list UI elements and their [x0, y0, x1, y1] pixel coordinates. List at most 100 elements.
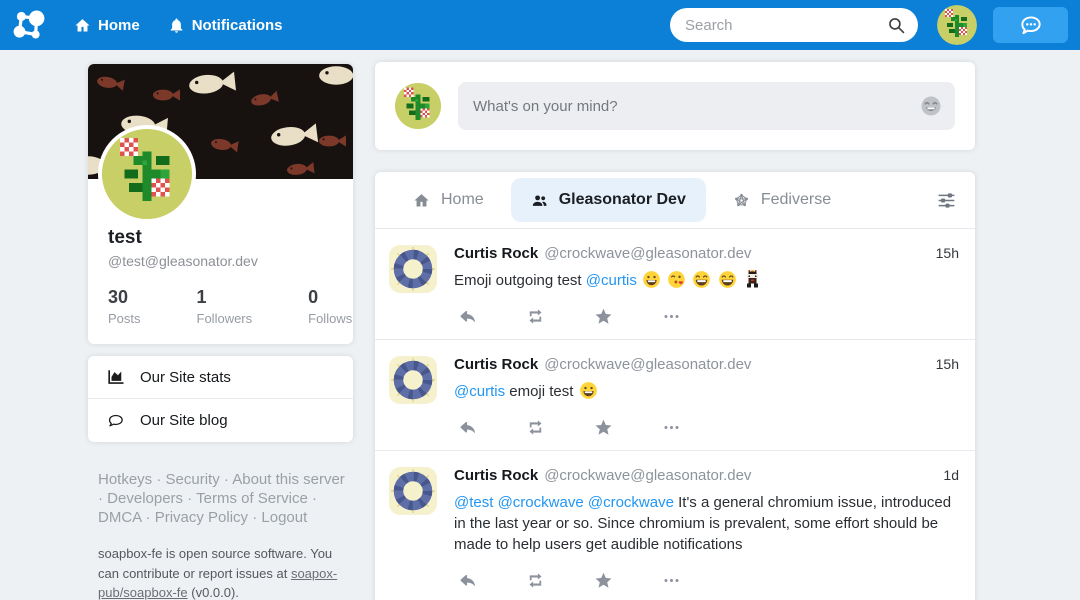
footer-link-terms[interactable]: Terms of Service — [196, 490, 317, 507]
page-body: test @test@gleasonator.dev 30 Posts 1 Fo… — [0, 50, 1080, 600]
footer-link-dmca[interactable]: DMCA — [98, 509, 155, 526]
emoji-picker-button[interactable] — [920, 95, 942, 117]
favourite-button[interactable] — [594, 307, 613, 326]
stat-follows[interactable]: 0 Follows — [308, 287, 352, 326]
stat-followers[interactable]: 1 Followers — [197, 287, 253, 326]
tab-home[interactable]: Home — [393, 178, 504, 222]
reply-button[interactable] — [458, 307, 477, 326]
repost-icon — [526, 307, 545, 326]
tab-gleasonator-dev[interactable]: Gleasonator Dev — [511, 178, 706, 222]
repost-button[interactable] — [526, 307, 545, 326]
avatar-image — [389, 245, 437, 293]
post-timestamp[interactable]: 15h — [936, 356, 959, 372]
repost-button[interactable] — [526, 571, 545, 590]
post-author-avatar[interactable] — [389, 356, 437, 404]
post-author-avatar[interactable] — [389, 467, 437, 515]
pixel-character-emoji — [743, 270, 762, 289]
menu-item-site-stats[interactable]: Our Site stats — [88, 356, 353, 399]
more-options-button[interactable] — [662, 307, 681, 326]
post-body: Curtis Rock @crockwave@gleasonator.dev 1… — [454, 245, 959, 326]
star-icon — [594, 571, 613, 590]
star-icon — [594, 418, 613, 437]
profile-stats: 30 Posts 1 Followers 0 Follows — [88, 269, 353, 328]
favourite-button[interactable] — [594, 418, 613, 437]
post-content: @test @crockwave @crockwave It's a gener… — [454, 492, 959, 555]
stat-posts[interactable]: 30 Posts — [108, 287, 141, 326]
post-body: Curtis Rock @crockwave@gleasonator.dev 1… — [454, 356, 959, 437]
reply-button[interactable] — [458, 571, 477, 590]
more-options-button[interactable] — [662, 418, 681, 437]
emoji-face-icon — [920, 95, 942, 117]
area-chart-icon — [107, 368, 125, 386]
footer-link-hotkeys[interactable]: Hotkeys — [98, 471, 166, 488]
nav-notifications[interactable]: Notifications — [168, 17, 283, 34]
chat-button[interactable] — [993, 7, 1068, 43]
footer-link-privacy[interactable]: Privacy Policy — [155, 509, 262, 526]
footer-link-security[interactable]: Security — [166, 471, 233, 488]
compose-card — [375, 62, 975, 150]
compose-input[interactable] — [473, 98, 920, 115]
post: Curtis Rock @crockwave@gleasonator.dev 1… — [375, 229, 975, 340]
footer-link-developers[interactable]: Developers — [107, 490, 196, 507]
stat-follows-label: Follows — [308, 311, 352, 326]
timeline-settings-button[interactable] — [936, 190, 957, 211]
reply-button[interactable] — [458, 418, 477, 437]
post-author-handle[interactable]: @crockwave@gleasonator.dev — [544, 467, 751, 484]
repost-button[interactable] — [526, 418, 545, 437]
nav-notifications-label: Notifications — [192, 17, 283, 34]
users-icon — [531, 192, 548, 209]
menu-item-site-blog[interactable]: Our Site blog — [88, 399, 353, 442]
post-author-name[interactable]: Curtis Rock — [454, 467, 538, 484]
stat-posts-label: Posts — [108, 311, 141, 326]
more-options-button[interactable] — [662, 571, 681, 590]
site-menu-card: Our Site stats Our Site blog — [88, 356, 353, 442]
ellipsis-icon — [662, 571, 681, 590]
soapbox-logo-icon[interactable] — [10, 6, 48, 44]
profile-avatar[interactable] — [98, 125, 196, 223]
mention-link[interactable]: @crockwave — [498, 494, 584, 511]
tab-fediverse[interactable]: Fediverse — [713, 178, 851, 222]
main-column: Home Gleasonator Dev Fediverse — [375, 62, 975, 600]
post: Curtis Rock @crockwave@gleasonator.dev 1… — [375, 451, 975, 600]
compose-avatar[interactable] — [395, 83, 441, 129]
post-author-handle[interactable]: @crockwave@gleasonator.dev — [544, 356, 751, 373]
ellipsis-icon — [662, 307, 681, 326]
tab-label: Fediverse — [761, 191, 831, 209]
post-timestamp[interactable]: 15h — [936, 245, 959, 261]
mention-link[interactable]: @curtis — [454, 383, 505, 400]
post-timestamp[interactable]: 1d — [943, 467, 959, 483]
post-actions — [454, 571, 959, 590]
search-icon[interactable] — [887, 16, 906, 35]
left-sidebar: test @test@gleasonator.dev 30 Posts 1 Fo… — [88, 62, 353, 600]
nav-home[interactable]: Home — [74, 17, 140, 34]
mention-link[interactable]: @curtis — [586, 272, 637, 289]
mention-link[interactable]: @test — [454, 494, 493, 511]
post-text: emoji test — [505, 383, 578, 400]
post-actions — [454, 307, 959, 326]
home-icon — [74, 17, 91, 34]
bell-icon — [168, 17, 185, 34]
post-header: Curtis Rock @crockwave@gleasonator.dev 1… — [454, 245, 959, 262]
home-icon — [413, 192, 430, 209]
stat-followers-label: Followers — [197, 311, 253, 326]
footer-links: HotkeysSecurityAbout this serverDevelope… — [98, 470, 349, 527]
avatar-image — [389, 356, 437, 404]
tab-label: Home — [441, 191, 484, 209]
current-user-avatar[interactable] — [937, 5, 977, 45]
timeline-card: Home Gleasonator Dev Fediverse — [375, 172, 975, 600]
menu-item-label: Our Site stats — [140, 369, 231, 386]
post-author-avatar[interactable] — [389, 245, 437, 293]
footer-link-logout[interactable]: Logout — [261, 509, 307, 526]
post-author-handle[interactable]: @crockwave@gleasonator.dev — [544, 245, 751, 262]
stat-posts-value: 30 — [108, 287, 141, 308]
favourite-button[interactable] — [594, 571, 613, 590]
avatar-image — [395, 83, 441, 129]
search-input[interactable] — [685, 17, 887, 34]
about-text-post: (v0.0.0). — [188, 585, 239, 600]
stat-follows-value: 0 — [308, 287, 352, 308]
post-author-name[interactable]: Curtis Rock — [454, 245, 538, 262]
reply-icon — [458, 571, 477, 590]
post-author-name[interactable]: Curtis Rock — [454, 356, 538, 373]
reply-icon — [458, 307, 477, 326]
mention-link[interactable]: @crockwave — [588, 494, 674, 511]
